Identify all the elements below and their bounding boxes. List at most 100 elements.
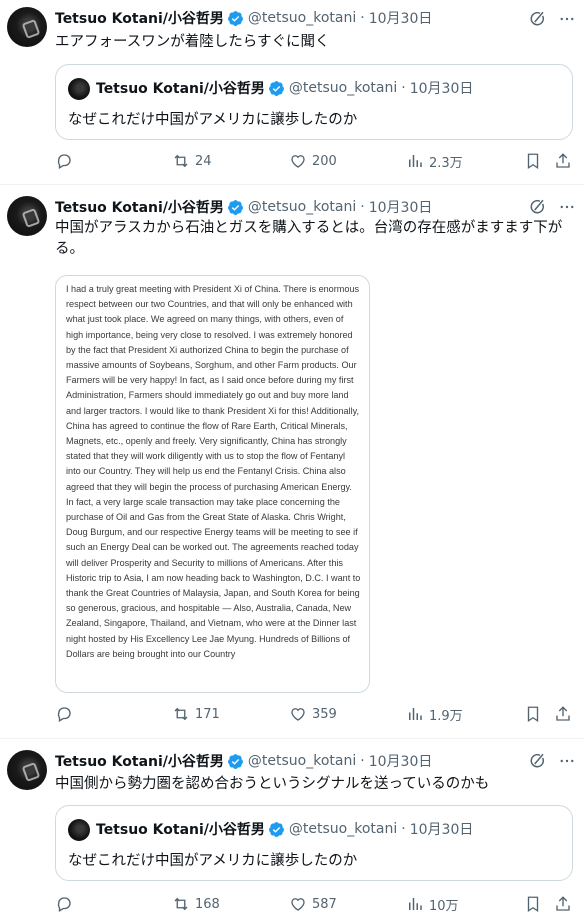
quote-date: 10月30日 (409, 822, 474, 838)
views-chart-icon (409, 898, 422, 910)
quote-text: なぜこれだけ中国がアメリカに譲歩したのか (68, 853, 358, 869)
quote-header: Tetsuo Kotani/小谷哲男 @tetsuo_kotani · 10月3… (96, 818, 473, 840)
more-options-icon[interactable] (558, 10, 576, 28)
author-name[interactable]: Tetsuo Kotani/小谷哲男 (55, 197, 224, 217)
reply-icon (57, 707, 71, 722)
tweet-date[interactable]: 10月30日 (369, 751, 433, 771)
share-icon (556, 706, 570, 721)
views-chart-icon (409, 708, 422, 720)
like-count: 587 (312, 896, 337, 912)
reply-button[interactable] (55, 151, 78, 171)
tweet[interactable]: Tetsuo Kotani/小谷哲男 @tetsuo_kotani · 10月3… (0, 739, 584, 915)
like-count: 359 (312, 706, 337, 722)
verified-badge-icon (227, 10, 243, 26)
heart-icon (291, 898, 305, 911)
separator-dot: · (401, 821, 406, 837)
reply-button[interactable] (55, 894, 78, 914)
like-button[interactable]: 587 (289, 894, 337, 914)
verified-badge-icon (227, 753, 243, 769)
like-button[interactable]: 200 (289, 151, 337, 171)
like-button[interactable]: 359 (289, 704, 337, 724)
quote-avatar (68, 78, 90, 100)
grok-icon[interactable] (528, 752, 546, 770)
views-count: 10万 (429, 898, 459, 914)
views-count: 1.9万 (429, 708, 463, 724)
reply-button[interactable] (55, 704, 78, 724)
tweet[interactable]: Tetsuo Kotani/小谷哲男 @tetsuo_kotani · 10月3… (0, 185, 584, 738)
tweet-header: Tetsuo Kotani/小谷哲男 @tetsuo_kotani · 10月3… (55, 8, 432, 28)
grok-icon[interactable] (528, 198, 546, 216)
bookmark-icon (527, 153, 539, 170)
heart-icon (291, 155, 305, 168)
heart-icon (291, 708, 305, 721)
quote-avatar (68, 819, 90, 841)
quote-author-handle: @tetsuo_kotani (288, 821, 398, 837)
retweet-button[interactable]: 171 (172, 704, 220, 724)
tweet[interactable]: Tetsuo Kotani/小谷哲男 @tetsuo_kotani · 10月3… (0, 0, 584, 184)
tweet-actions: 24 200 2.3万 (0, 151, 584, 171)
views-button[interactable]: 10万 (406, 894, 459, 914)
tweet-actions: 171 359 1.9万 (0, 704, 584, 724)
retweet-icon (174, 707, 188, 721)
retweet-icon (174, 154, 188, 168)
verified-badge-icon (268, 821, 284, 837)
reply-icon (57, 897, 71, 912)
like-count: 200 (312, 153, 337, 169)
verified-badge-icon (268, 80, 284, 96)
avatar[interactable] (7, 7, 47, 47)
views-button[interactable]: 2.3万 (406, 151, 463, 171)
tweet-header: Tetsuo Kotani/小谷哲男 @tetsuo_kotani · 10月3… (55, 197, 432, 217)
bookmark-button[interactable] (524, 894, 542, 914)
retweet-count: 24 (195, 153, 212, 169)
tweet-date[interactable]: 10月30日 (369, 197, 433, 217)
grok-icon[interactable] (528, 10, 546, 28)
author-handle[interactable]: @tetsuo_kotani (248, 199, 356, 215)
share-button[interactable] (554, 151, 572, 171)
quoted-tweet[interactable]: Tetsuo Kotani/小谷哲男 @tetsuo_kotani · 10月3… (55, 64, 573, 140)
quote-header: Tetsuo Kotani/小谷哲男 @tetsuo_kotani · 10月3… (96, 77, 473, 99)
quote-author-name: Tetsuo Kotani/小谷哲男 (96, 81, 265, 97)
tweet-text: 中国側から勢力圏を認め合おうというシグナルを送っているのかも (55, 776, 490, 792)
quote-text: なぜこれだけ中国がアメリカに譲歩したのか (68, 112, 358, 128)
bookmark-button[interactable] (524, 151, 542, 171)
bookmark-button[interactable] (524, 704, 542, 724)
quoted-tweet[interactable]: Tetsuo Kotani/小谷哲男 @tetsuo_kotani · 10月3… (55, 805, 573, 881)
retweet-button[interactable]: 24 (172, 151, 212, 171)
views-button[interactable]: 1.9万 (406, 704, 463, 724)
views-count: 2.3万 (429, 155, 463, 171)
quote-author-handle: @tetsuo_kotani (288, 80, 398, 96)
tweet-date[interactable]: 10月30日 (369, 8, 433, 28)
more-options-icon[interactable] (558, 752, 576, 770)
bookmark-icon (527, 706, 539, 723)
verified-badge-icon (227, 199, 243, 215)
tweet-text: エアフォースワンが着陸したらすぐに聞く (55, 34, 330, 50)
bookmark-icon (527, 896, 539, 913)
separator-dot: · (360, 753, 365, 769)
views-chart-icon (409, 155, 422, 167)
reply-icon (57, 154, 71, 169)
tweet-text: 中国がアラスカから石油とガスを購入するとは。台湾の存在感がますます下がる。 (55, 220, 563, 257)
separator-dot: · (401, 80, 406, 96)
share-icon (556, 896, 570, 911)
tweet-actions: 168 587 10万 (0, 894, 584, 914)
retweet-icon (174, 897, 188, 911)
retweet-button[interactable]: 168 (172, 894, 220, 914)
separator-dot: · (360, 199, 365, 215)
avatar[interactable] (7, 196, 47, 236)
retweet-count: 171 (195, 706, 220, 722)
avatar[interactable] (7, 750, 47, 790)
author-name[interactable]: Tetsuo Kotani/小谷哲男 (55, 8, 224, 28)
quote-date: 10月30日 (409, 81, 474, 97)
author-handle[interactable]: @tetsuo_kotani (248, 10, 356, 26)
quote-author-name: Tetsuo Kotani/小谷哲男 (96, 822, 265, 838)
author-handle[interactable]: @tetsuo_kotani (248, 753, 356, 769)
share-button[interactable] (554, 894, 572, 914)
author-name[interactable]: Tetsuo Kotani/小谷哲男 (55, 751, 224, 771)
screenshot-text: I had a truly great meeting with Preside… (66, 284, 361, 659)
more-options-icon[interactable] (558, 198, 576, 216)
tweet-header: Tetsuo Kotani/小谷哲男 @tetsuo_kotani · 10月3… (55, 751, 432, 771)
share-button[interactable] (554, 704, 572, 724)
separator-dot: · (360, 10, 365, 26)
share-icon (556, 153, 570, 168)
media-image[interactable]: I had a truly great meeting with Preside… (55, 275, 370, 693)
